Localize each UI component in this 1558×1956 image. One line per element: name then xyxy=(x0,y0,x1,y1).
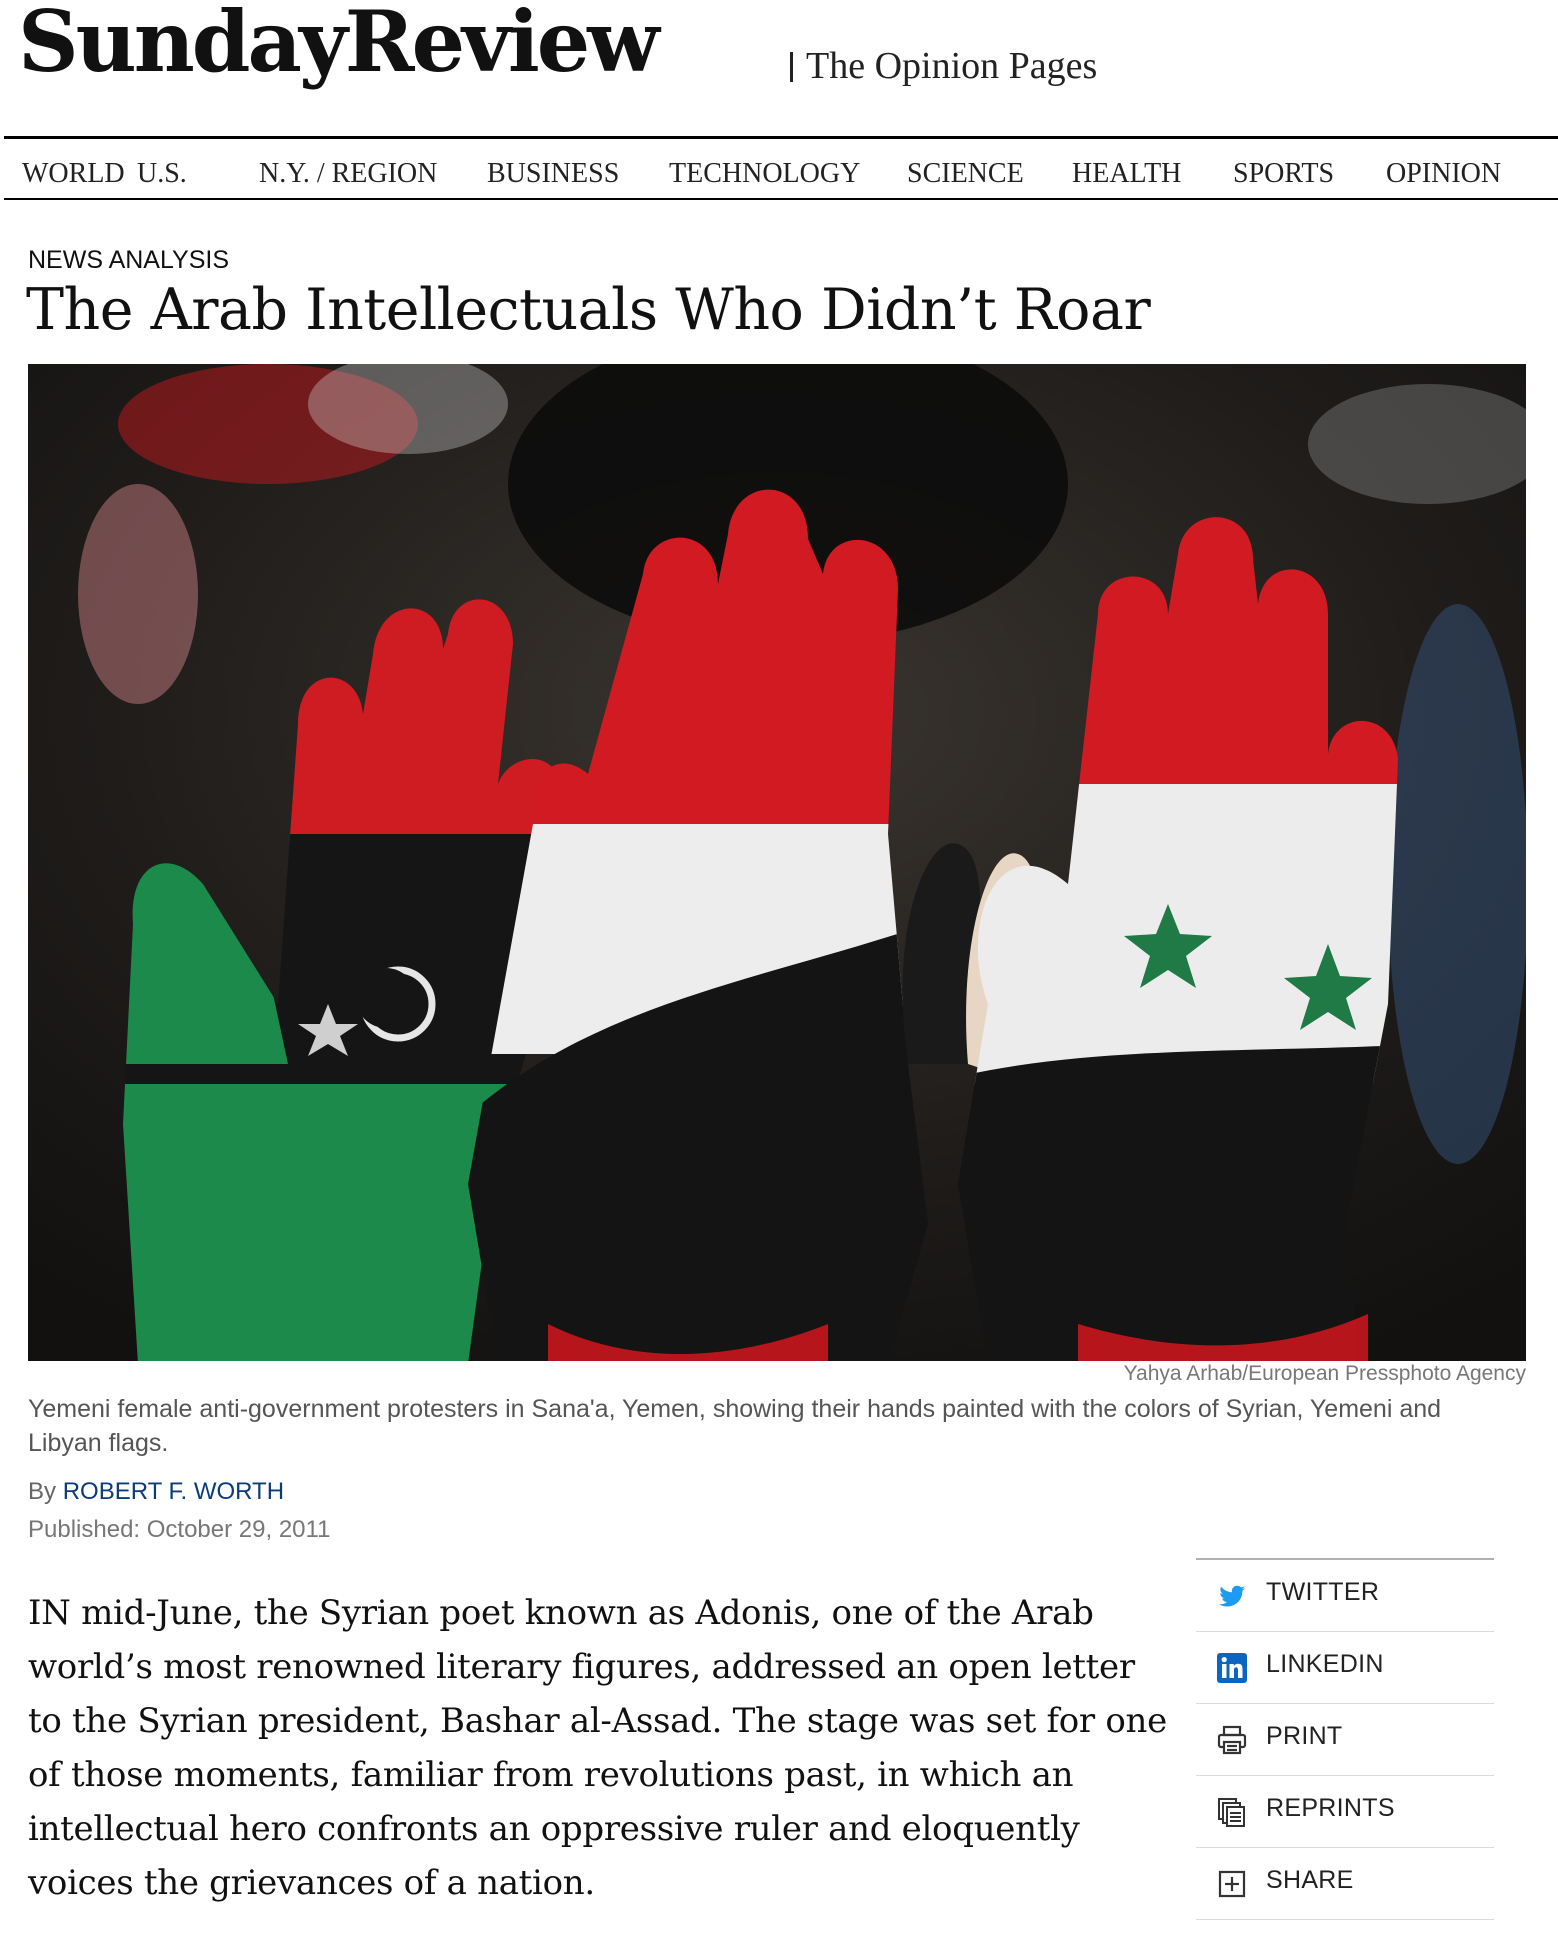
nav-item-health[interactable]: HEALTH xyxy=(1072,158,1181,190)
masthead: SundayReview The Opinion Pages xyxy=(0,0,1558,130)
author-link[interactable]: ROBERT F. WORTH xyxy=(63,1478,284,1505)
reprints-icon xyxy=(1216,1796,1248,1828)
tool-label-share: SHARE xyxy=(1266,1866,1354,1894)
tool-label-print: PRINT xyxy=(1266,1722,1343,1750)
byline-prefix: By xyxy=(28,1478,57,1505)
nav-item-sports[interactable]: SPORTS xyxy=(1233,158,1334,190)
printer-icon xyxy=(1216,1724,1248,1756)
painted-hands-illustration xyxy=(28,364,1526,1361)
nav-item-science[interactable]: SCIENCE xyxy=(907,158,1024,190)
publish-date: Published: October 29, 2011 xyxy=(28,1516,331,1543)
nav-item-world[interactable]: WORLD xyxy=(22,158,125,190)
nav-item-us[interactable]: U.S. xyxy=(137,158,187,190)
article-kicker: NEWS ANALYSIS xyxy=(28,246,229,274)
article-headline: The Arab Intellectuals Who Didn’t Roar xyxy=(26,277,1151,343)
tool-label-reprints: REPRINTS xyxy=(1266,1794,1395,1822)
section-nav: WORLD U.S. N.Y. / REGION BUSINESS TECHNO… xyxy=(4,136,1558,200)
tool-label-linkedin: LINKEDIN xyxy=(1266,1650,1384,1678)
nav-item-opinion[interactable]: OPINION xyxy=(1386,158,1501,190)
nav-overflow-fade xyxy=(1544,139,1558,198)
tool-twitter[interactable]: TWITTER xyxy=(1196,1560,1494,1632)
article-tools: TWITTER LINKEDIN PRINT REPRINTS SHARE xyxy=(1196,1558,1494,1920)
lead-photo[interactable] xyxy=(28,364,1526,1361)
tool-print[interactable]: PRINT xyxy=(1196,1704,1494,1776)
tool-reprints[interactable]: REPRINTS xyxy=(1196,1776,1494,1848)
tool-share[interactable]: SHARE xyxy=(1196,1848,1494,1920)
tool-linkedin[interactable]: LINKEDIN xyxy=(1196,1632,1494,1704)
masthead-subtitle[interactable]: The Opinion Pages xyxy=(806,44,1097,90)
section-logo[interactable]: SundayReview xyxy=(18,0,660,93)
masthead-divider xyxy=(790,52,793,82)
twitter-bird-icon xyxy=(1216,1580,1248,1612)
photo-caption: Yemeni female anti-government protesters… xyxy=(28,1395,1442,1457)
nav-item-ny-region[interactable]: N.Y. / REGION xyxy=(259,158,437,190)
linkedin-icon xyxy=(1216,1652,1248,1684)
nav-item-business[interactable]: BUSINESS xyxy=(487,158,619,190)
photo-credit: Yahya Arhab/European Pressphoto Agency xyxy=(1123,1362,1526,1385)
tool-label-twitter: TWITTER xyxy=(1266,1578,1380,1606)
byline: By ROBERT F. WORTH xyxy=(28,1478,284,1506)
share-plus-icon xyxy=(1216,1868,1248,1900)
article-body-paragraph: IN mid-June, the Syrian poet known as Ad… xyxy=(28,1593,1167,1903)
nav-item-technology[interactable]: TECHNOLOGY xyxy=(669,158,860,190)
